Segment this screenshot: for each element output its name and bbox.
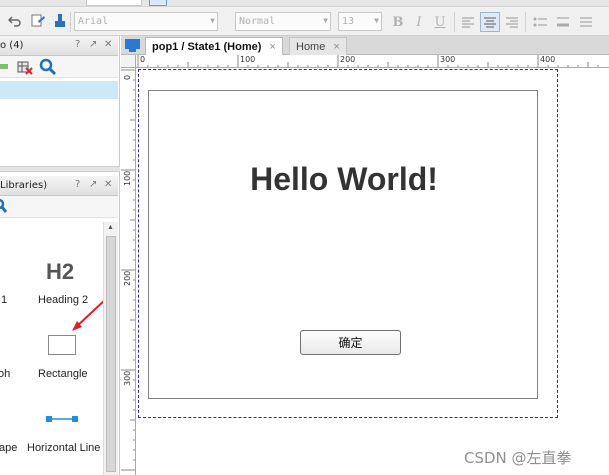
pane-splitter[interactable]	[0, 166, 120, 172]
add-master-icon[interactable]	[0, 64, 8, 69]
masters-pane-header: o (4) ? ↗ ✕	[0, 36, 118, 56]
chevron-down-icon: ▼	[323, 16, 328, 25]
rectangle-preview[interactable]	[48, 335, 76, 355]
ruler-label: 300	[440, 55, 456, 64]
vertical-ruler: 0 100 200 300	[121, 68, 136, 475]
search-icon[interactable]	[39, 58, 57, 79]
page-tab-icon	[125, 39, 141, 55]
pane-close-button[interactable]: ✕	[104, 179, 112, 190]
widgets-pane-toolbar	[0, 196, 118, 218]
ruler-label: 0	[140, 55, 146, 64]
format-painter-icon[interactable]	[29, 12, 47, 30]
pane-float-button[interactable]: ↗	[89, 179, 97, 190]
tab-label: pop1 / State1 (Home)	[152, 41, 262, 53]
chevron-down-icon: ▼	[374, 16, 379, 25]
tab-home[interactable]: Home ×	[289, 37, 347, 55]
delete-master-icon[interactable]	[17, 59, 33, 78]
ruler-label: 400	[540, 55, 556, 64]
underline-button[interactable]: U	[430, 12, 450, 32]
zoom-field[interactable]	[86, 0, 142, 6]
masters-pane-toolbar	[0, 56, 118, 78]
selected-master-row[interactable]	[0, 81, 118, 99]
ruler-label: 200	[340, 55, 356, 64]
font-family-select[interactable]: Arial ▼	[74, 12, 218, 31]
close-icon[interactable]: ×	[269, 41, 275, 53]
ruler-corner	[121, 55, 136, 68]
design-canvas[interactable]: Hello World! 确定 CSDN @左直拳	[136, 68, 609, 475]
close-icon[interactable]: ×	[333, 41, 339, 53]
scrollbar-thumb[interactable]	[106, 236, 116, 472]
left-sidebar: o (4) ? ↗ ✕ Libraries) ? ↗ ✕ H2 1 Headin…	[0, 36, 120, 475]
font-size-value: 13	[342, 16, 355, 27]
library-item-paragraph-label[interactable]: oh	[0, 368, 10, 380]
line-color-icon[interactable]	[553, 12, 573, 32]
ruler-label: 300	[123, 370, 132, 386]
toolbar-separator	[70, 12, 71, 32]
font-size-select[interactable]: 13 ▼	[338, 12, 382, 31]
bold-button[interactable]: B	[388, 12, 408, 32]
hello-heading[interactable]: Hello World!	[149, 161, 539, 198]
ruler-label: 100	[123, 170, 132, 186]
tab-pop1-state1[interactable]: pop1 / State1 (Home) ×	[145, 37, 283, 55]
bullet-list-icon[interactable]	[530, 12, 550, 32]
line-style-icon[interactable]	[576, 12, 596, 32]
font-style-select[interactable]: Normal ▼	[235, 12, 331, 31]
pane-float-button[interactable]: ↗	[89, 39, 97, 50]
library-scrollbar[interactable]: ▲	[103, 222, 118, 475]
format-toolbar: Arial ▼ Normal ▼ 13 ▼ B I U	[0, 0, 609, 36]
library-item-horizontal-line-label[interactable]: Horizontal Line	[27, 442, 100, 454]
horizontal-ruler-ticks	[137, 55, 599, 67]
ruler-label: 100	[240, 55, 256, 64]
font-family-value: Arial	[78, 16, 109, 27]
pointer-mode-button[interactable]	[149, 0, 167, 6]
pane-help-button[interactable]: ?	[75, 179, 80, 190]
font-style-value: Normal	[239, 16, 276, 27]
toolbar-separator	[525, 12, 526, 32]
search-icon[interactable]	[0, 198, 8, 217]
ruler-label: 200	[123, 270, 132, 286]
widgets-pane-header: Libraries) ? ↗ ✕	[0, 176, 118, 196]
horizontal-ruler: 0 100 200 300 400	[136, 55, 609, 68]
pane-help-button[interactable]: ?	[75, 39, 80, 50]
heading2-preview[interactable]: H2	[46, 259, 74, 285]
undo-icon[interactable]	[6, 12, 24, 30]
italic-button[interactable]: I	[409, 12, 429, 32]
scroll-up-icon[interactable]: ▲	[107, 224, 114, 231]
library-item-rectangle-label[interactable]: Rectangle	[38, 368, 88, 380]
library-item-shape-label[interactable]: ape	[0, 442, 17, 454]
align-left-icon[interactable]	[458, 12, 478, 32]
tab-label: Home	[296, 41, 326, 53]
ruler-label: 0	[123, 74, 132, 80]
align-right-icon[interactable]	[502, 12, 522, 32]
document-tabs: pop1 / State1 (Home) × Home ×	[121, 36, 609, 55]
chevron-down-icon: ▼	[210, 16, 215, 25]
fill-brush-icon[interactable]	[51, 12, 69, 30]
watermark-text: CSDN @左直拳	[464, 449, 572, 467]
align-center-icon[interactable]	[480, 12, 500, 32]
library-item-heading1-label[interactable]: 1	[1, 294, 7, 306]
masters-pane-title: o (4)	[0, 40, 24, 51]
toolbar-separator	[454, 12, 455, 32]
horizontal-line-preview[interactable]	[46, 415, 78, 423]
app-window: Arial ▼ Normal ▼ 13 ▼ B I U o (4) ? ↗ ✕ …	[0, 0, 609, 475]
confirm-button[interactable]: 确定	[300, 330, 401, 355]
widgets-pane-title: Libraries)	[0, 180, 48, 191]
pane-close-button[interactable]: ✕	[104, 39, 112, 50]
popup-panel[interactable]: Hello World! 确定	[148, 90, 538, 399]
